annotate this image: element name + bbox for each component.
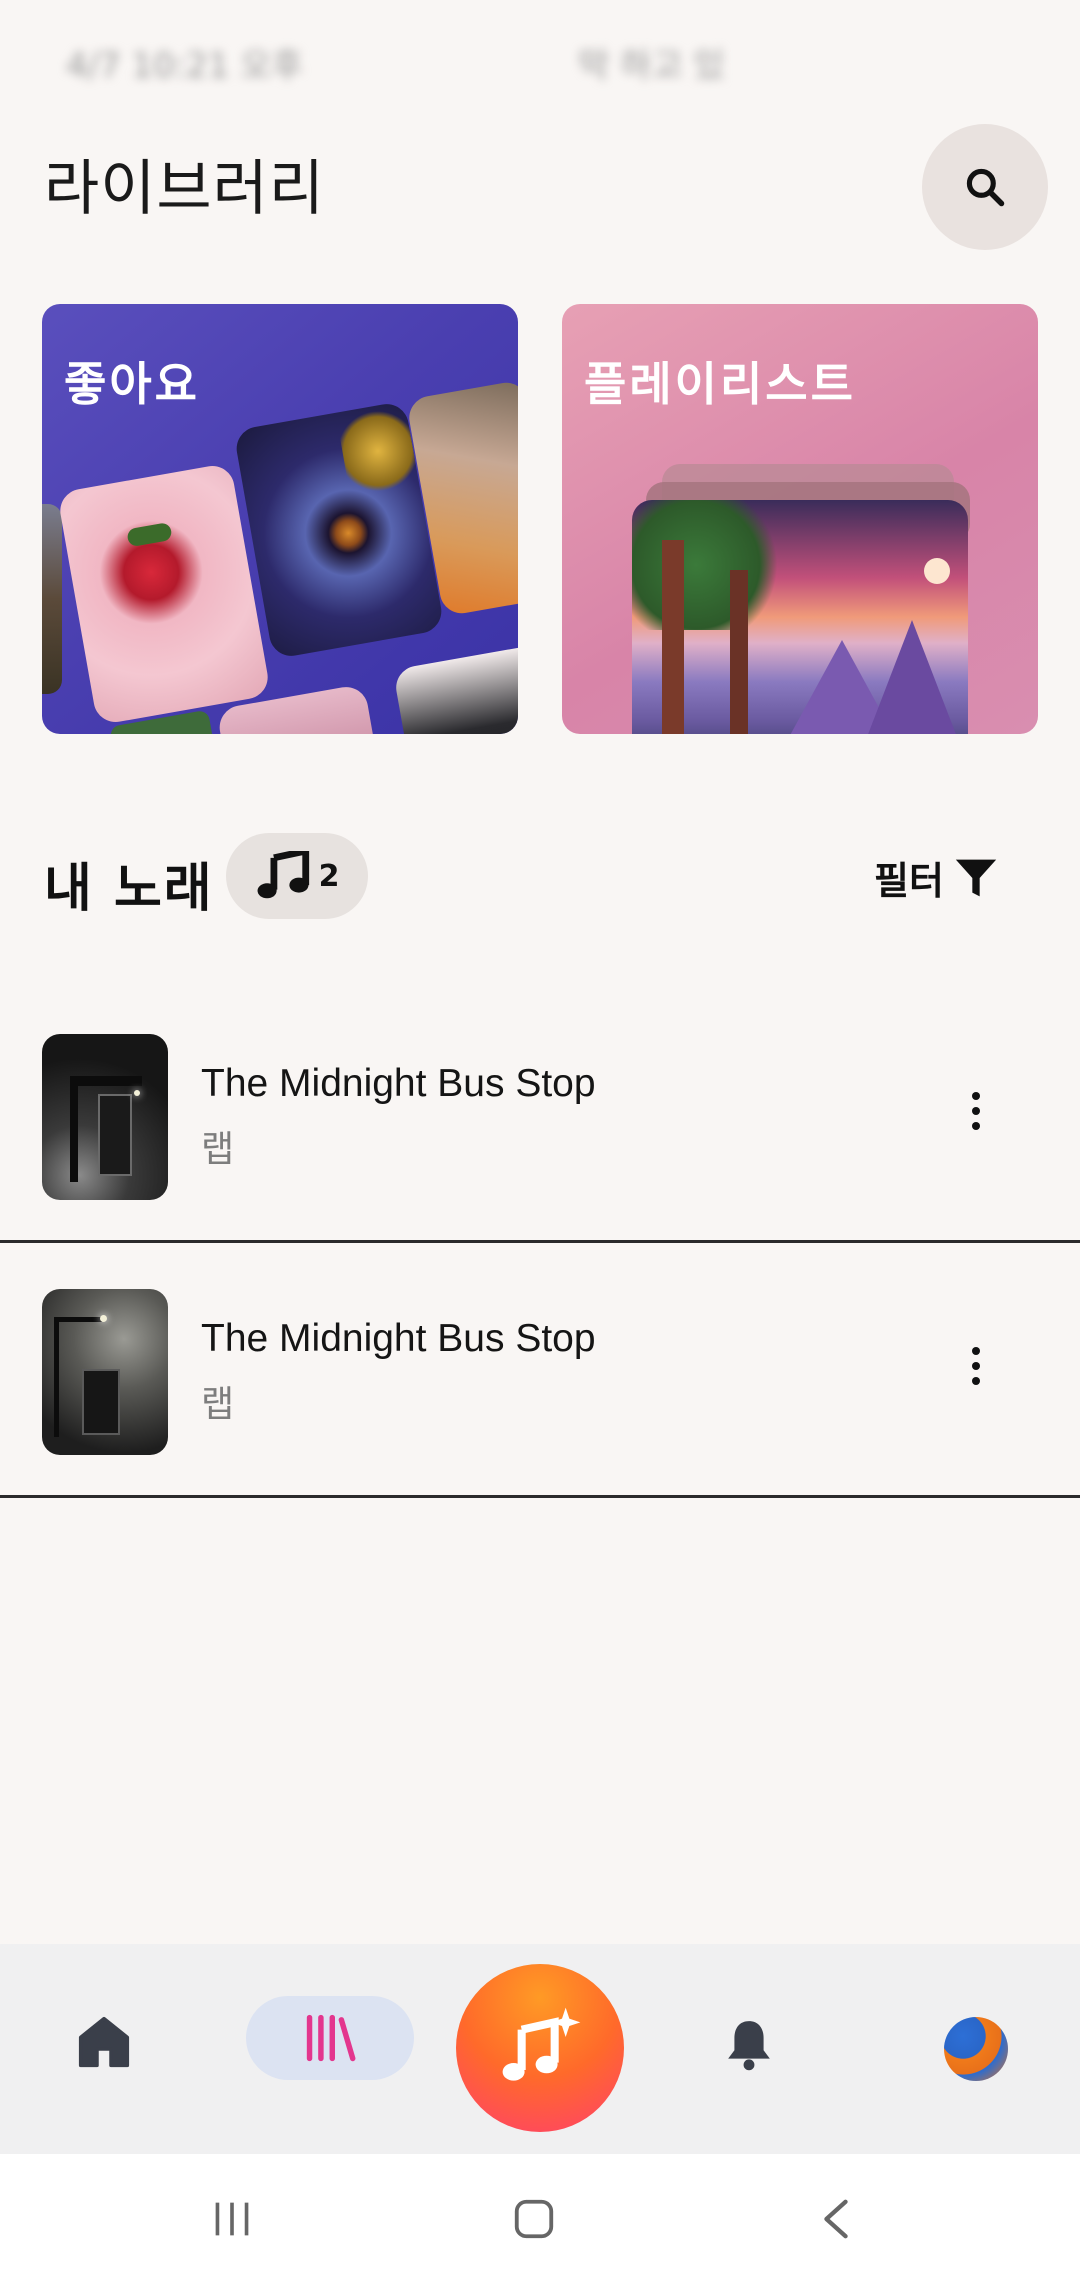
collage-thumb-anime	[392, 643, 518, 734]
recents-icon	[215, 2202, 249, 2236]
song-genre: 랩	[201, 1384, 235, 1425]
status-network: 막 하고 있	[578, 46, 725, 86]
more-options-button[interactable]	[956, 1331, 996, 1401]
music-note-icon	[257, 851, 309, 899]
song-row[interactable]: The Midnight Bus Stop 랩	[0, 986, 1080, 1243]
system-home-button[interactable]	[494, 2184, 574, 2254]
song-artwork	[42, 1289, 168, 1455]
playlist-cover-art	[632, 500, 968, 734]
bell-icon	[728, 2021, 770, 2071]
nav-notifications-button[interactable]	[709, 2004, 789, 2084]
song-title: The Midnight Bus Stop	[201, 1062, 596, 1105]
home-square-icon	[514, 2199, 554, 2239]
more-options-button[interactable]	[956, 1076, 996, 1146]
song-artwork	[42, 1034, 168, 1200]
likes-card-title: 좋아요	[64, 357, 200, 411]
library-icon	[306, 2014, 356, 2062]
back-icon	[824, 2199, 848, 2239]
system-recents-button[interactable]	[192, 2184, 272, 2254]
bottom-nav	[0, 1944, 1080, 2154]
nav-home-button[interactable]	[64, 2002, 144, 2082]
song-count: 2	[318, 858, 340, 894]
filter-label: 필터	[874, 859, 944, 903]
nav-create-button[interactable]	[456, 1964, 624, 2132]
song-genre: 랩	[201, 1129, 235, 1170]
search-icon	[966, 168, 1005, 207]
filter-button[interactable]: 필터	[874, 850, 998, 905]
page-title: 라이브러리	[44, 154, 325, 224]
nav-library-button[interactable]	[246, 1996, 414, 2080]
song-title: The Midnight Bus Stop	[201, 1317, 596, 1360]
more-vert-icon	[972, 1347, 980, 1355]
create-music-icon	[502, 2007, 581, 2081]
filter-icon	[955, 859, 997, 896]
likes-card[interactable]: 좋아요	[42, 304, 518, 734]
system-back-button[interactable]	[796, 2184, 876, 2254]
collage-thumb-strawberry	[56, 462, 272, 726]
nav-profile-avatar[interactable]	[944, 2017, 1008, 2081]
playlist-card-title: 플레이리스트	[584, 357, 856, 411]
home-icon	[78, 2016, 130, 2068]
collage-thumb-landscape	[42, 504, 62, 694]
status-time: 4/7 10:21 오후	[66, 46, 303, 86]
my-songs-title: 내 노래	[44, 859, 214, 919]
playlist-card[interactable]: 플레이리스트	[562, 304, 1038, 734]
status-bar: 4/7 10:21 오후 막 하고 있	[0, 0, 1080, 120]
more-vert-icon	[972, 1092, 980, 1100]
search-button[interactable]	[922, 124, 1048, 250]
song-row[interactable]: The Midnight Bus Stop 랩	[0, 1241, 1080, 1498]
song-count-chip[interactable]: 2	[226, 833, 368, 919]
system-nav-bar	[0, 2154, 1080, 2280]
